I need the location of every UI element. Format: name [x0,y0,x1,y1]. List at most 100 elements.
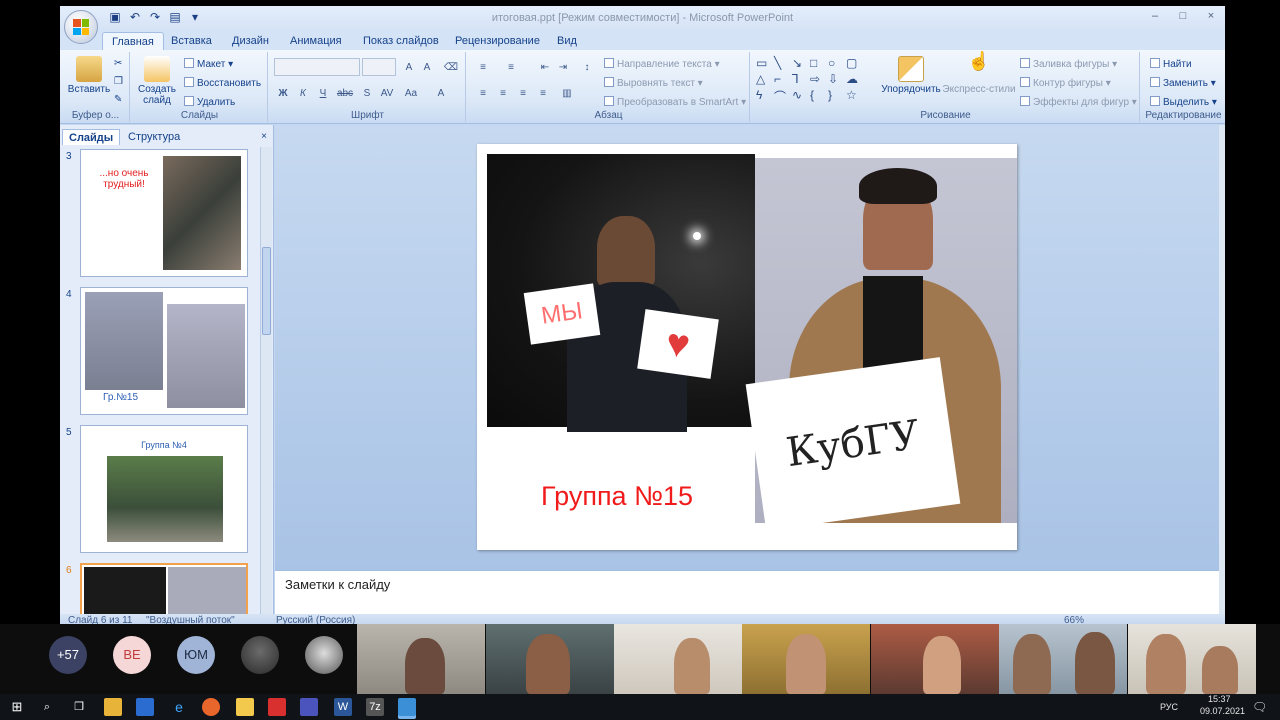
arrow-line-shape-icon[interactable]: ↘ [792,56,808,70]
shrink-font-icon[interactable]: A [418,59,436,76]
slide-thumb-5[interactable]: Группа №4 [80,425,248,553]
shape-fill-button[interactable]: Заливка фигуры ▾ [1020,58,1117,70]
new-slide-button[interactable]: Создать слайд [136,56,178,106]
freeform-shape-icon[interactable]: ∿ [792,88,808,105]
lightning-shape-icon[interactable]: ϟ [756,88,772,105]
video-tile-6[interactable] [999,624,1127,694]
firefox-icon[interactable] [202,698,220,716]
mail-icon[interactable] [236,698,254,716]
tab-slides-panel[interactable]: Слайды [62,129,121,145]
font-name-field[interactable] [274,58,360,76]
shadow-button[interactable]: S [358,85,376,102]
cloud-shape-icon[interactable]: ☁ [846,72,862,86]
paste-button[interactable]: Вставить [66,56,112,95]
line-shape-icon[interactable]: ╲ [774,56,790,70]
notifications-icon[interactable]: 🗨 [1252,700,1267,714]
video-tile-7[interactable] [1128,624,1256,694]
layout-button[interactable]: Макет ▾ [184,58,233,70]
close-panel-icon[interactable]: × [261,131,267,142]
slide-thumb-4[interactable]: Гр.№15 [80,287,248,415]
select-button[interactable]: Выделить ▾ [1150,96,1217,108]
tab-slideshow[interactable]: Показ слайдов [354,32,448,50]
italic-button[interactable]: К [294,85,312,102]
tab-animation[interactable]: Анимация [281,32,351,50]
tab-design[interactable]: Дизайн [223,32,278,50]
search-icon[interactable]: ⌕ [38,698,56,716]
shape-effects-button[interactable]: Эффекты для фигур ▾ [1020,96,1137,108]
more-participants-button[interactable]: +57 [49,636,87,674]
vertical-scrollbar[interactable] [1219,125,1225,615]
participant-avatar-photo-2[interactable] [305,636,343,674]
current-slide[interactable]: МЫ ♥ КубГУ Группа №15 [477,144,1017,550]
office-button[interactable] [64,10,98,44]
case-button[interactable]: Aa [402,85,420,102]
strikethrough-button[interactable]: abc [336,85,354,102]
panel-scrollbar-thumb[interactable] [262,247,271,335]
down-arrow-shape-icon[interactable]: ⇩ [828,72,844,86]
video-tile-3[interactable] [614,624,742,694]
tab-home[interactable]: Главная [102,32,164,50]
participant-avatar-photo-1[interactable] [241,636,279,674]
align-center-icon[interactable]: ≡ [494,85,512,102]
slide-thumb-6[interactable] [80,563,248,615]
tray-date[interactable]: 09.07.2021 [1200,706,1245,716]
format-painter-icon[interactable]: ✎ [114,94,122,105]
tray-time[interactable]: 15:37 [1208,694,1231,704]
tab-view[interactable]: Вид [548,32,586,50]
oval-shape-icon[interactable]: ○ [828,56,844,70]
slide-thumb-3[interactable]: ...но очень трудный! [80,149,248,277]
minimize-button[interactable]: – [1141,6,1169,26]
curve-shape-icon[interactable]: ⌒ [774,88,790,105]
participant-avatar-um[interactable]: ЮМ [177,636,215,674]
font-size-field[interactable] [362,58,396,76]
panel-scrollbar[interactable] [260,147,272,615]
rectangle-shape-icon[interactable]: □ [810,56,826,70]
notes-pane[interactable]: Заметки к слайду [275,570,1219,614]
windows-start-icon[interactable]: ⊞ [8,698,26,716]
replace-button[interactable]: Заменить ▾ [1150,77,1216,89]
rounded-rect-shape-icon[interactable]: ▢ [846,56,862,70]
textbox-shape-icon[interactable]: ▭ [756,56,772,70]
right-arrow-shape-icon[interactable]: ⇨ [810,72,826,86]
word-icon[interactable]: W [334,698,352,716]
video-tile-2[interactable] [486,624,614,694]
video-tile-5[interactable] [871,624,999,694]
delete-slide-button[interactable]: Удалить [184,96,235,108]
store-icon[interactable] [136,698,154,716]
columns-icon[interactable]: ▥ [558,85,576,102]
shapes-gallery[interactable]: ▭ ╲ ↘ □ ○ ▢ △ ⌐ ⅂ ⇨ ⇩ ☁ ϟ ⌒ ∿ { } ☆ [756,56,866,105]
align-right-icon[interactable]: ≡ [514,85,532,102]
copy-icon[interactable]: ❐ [114,76,123,87]
powerpoint-taskbar-icon[interactable] [398,698,416,716]
quick-styles-button[interactable]: ☝ Экспресс-стили [942,52,1016,95]
teams-icon[interactable] [300,698,318,716]
participant-avatar-ve[interactable]: ВЕ [113,636,151,674]
text-direction-button[interactable]: Направление текста ▾ [604,58,720,70]
triangle-shape-icon[interactable]: △ [756,72,772,86]
brace-right-shape-icon[interactable]: } [828,88,844,105]
justify-icon[interactable]: ≡ [534,85,552,102]
video-tile-4[interactable] [742,624,870,694]
tab-review[interactable]: Рецензирование [446,32,549,50]
close-button[interactable]: × [1197,6,1225,26]
clear-format-icon[interactable]: ⌫ [442,59,460,76]
shape-outline-button[interactable]: Контур фигуры ▾ [1020,77,1111,89]
archiver-icon[interactable]: 7z [366,698,384,716]
tab-insert[interactable]: Вставка [162,32,221,50]
task-view-icon[interactable]: ❒ [70,698,88,716]
decrease-indent-icon[interactable]: ⇤ [536,59,554,76]
spacing-button[interactable]: AV [378,85,396,102]
maximize-button[interactable]: □ [1169,6,1197,26]
brace-left-shape-icon[interactable]: { [810,88,826,105]
numbering-icon[interactable]: ≡ [502,59,520,76]
reset-button[interactable]: Восстановить [184,77,261,89]
bullets-icon[interactable]: ≡ [474,59,492,76]
grow-font-icon[interactable]: A [400,59,418,76]
align-left-icon[interactable]: ≡ [474,85,492,102]
tab-outline-panel[interactable]: Структура [122,129,186,145]
increase-indent-icon[interactable]: ⇥ [554,59,572,76]
find-button[interactable]: Найти [1150,58,1192,70]
cut-icon[interactable]: ✂ [114,58,122,69]
font-color-button[interactable]: A [432,85,450,102]
arrange-button[interactable]: Упорядочить [878,56,944,95]
